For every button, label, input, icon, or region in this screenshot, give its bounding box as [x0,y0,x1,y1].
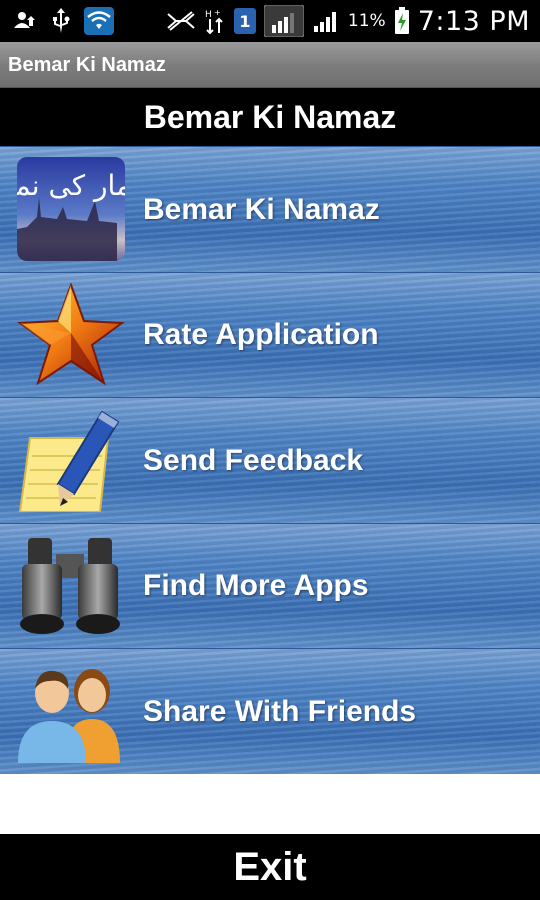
person-upload-icon [12,10,38,32]
pencil-notepad-icon [16,408,126,513]
app-title: Bemar Ki Namaz [8,54,166,76]
menu-item-label: Rate Application [143,318,379,352]
signal-strength-icon [263,5,304,37]
menu-item-label: Share With Friends [143,694,417,728]
page-header: Bemar Ki Namaz [0,88,540,146]
data-transfer-icon: H + [204,7,226,35]
status-bar-right: H + 1 11% 7:13 PM [166,0,530,42]
wifi-icon [84,7,114,35]
cell-signal-icon [312,9,340,33]
svg-text:1: 1 [239,12,250,31]
star-icon [16,282,126,387]
no-signal-icon [166,10,196,32]
clock: 7:13 PM [417,5,530,37]
menu-item-label: Send Feedback [143,443,364,477]
binoculars-icon [16,534,126,638]
exit-button[interactable]: Exit [0,834,540,900]
svg-text:+: + [214,8,221,17]
menu-item-send-feedback[interactable]: Send Feedback [0,397,540,523]
status-bar-left [12,0,114,42]
battery-percent: 11% [347,11,386,31]
battery-charging-icon [394,7,410,35]
usb-icon [50,7,72,35]
menu-item-rate-application[interactable]: Rate Application [0,271,540,398]
page-title: Bemar Ki Namaz [143,98,397,135]
main-menu: بیمار کی نماز Bemar Ki Namaz [0,146,540,774]
menu-item-bemar-ki-namaz[interactable]: بیمار کی نماز Bemar Ki Namaz [0,146,540,272]
svg-text:H: H [205,10,212,20]
menu-item-label: Find More Apps [143,569,369,603]
notification-badge-icon: 1 [233,8,256,34]
urdu-calligraphy-icon: بیمار کی نماز [16,157,126,261]
people-icon [16,659,126,764]
menu-item-label: Bemar Ki Namaz [143,192,380,226]
status-bar: H + 1 11% 7:13 PM [0,0,540,42]
app-title-bar: Bemar Ki Namaz [0,42,540,88]
svg-text:بیمار کی نماز: بیمار کی نماز [17,169,125,202]
exit-label: Exit [233,844,307,889]
menu-item-find-more-apps[interactable]: Find More Apps [0,522,540,649]
menu-item-share-with-friends[interactable]: Share With Friends [0,648,540,774]
